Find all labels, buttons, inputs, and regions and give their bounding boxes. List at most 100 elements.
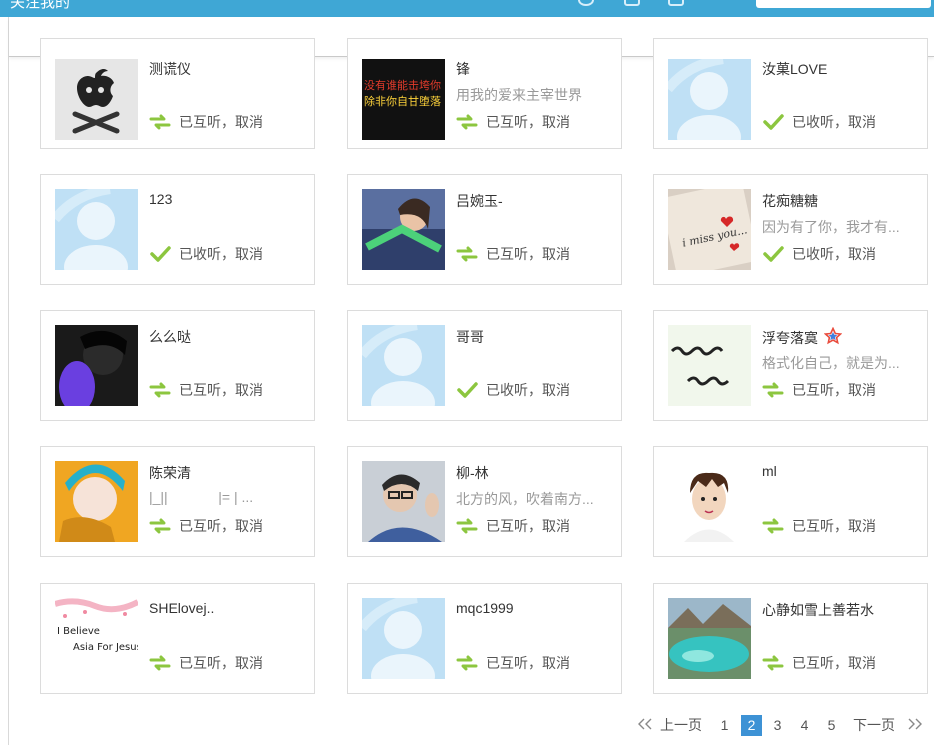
avatar[interactable] [668, 461, 751, 542]
next-page-link[interactable]: 下一页 [853, 715, 895, 735]
svg-text:除非你自甘堕落: 除非你自甘堕落 [364, 94, 441, 108]
avatar[interactable] [668, 598, 751, 679]
user-name[interactable]: 心静如雪上善若水 [762, 600, 874, 620]
cancel-link[interactable]: 取消 [235, 516, 263, 536]
cancel-link[interactable]: 取消 [848, 380, 876, 400]
mutual-arrows-icon [456, 655, 478, 671]
follow-status: 已收听， 取消 [762, 244, 876, 264]
follower-card: I Believe Asia For Jesus SHElovej.. 已互听，取… [40, 583, 315, 694]
avatar[interactable] [362, 598, 445, 679]
follow-status: 已互听， 取消 [456, 112, 570, 132]
follower-card: 陈荣清 |_|| |= | ... 已互听， 取消 [40, 446, 315, 557]
user-name[interactable]: 哥哥 [456, 327, 484, 347]
mail-icon[interactable] [668, 0, 684, 6]
follow-status: 已互听， 取消 [149, 653, 263, 673]
follow-status: 已收听， 取消 [149, 244, 263, 264]
user-name[interactable]: 测谎仪 [149, 59, 191, 79]
follower-card: 没有谁能击垮你 除非你自甘堕落 锋 用我的爱来主宰世界 已互听， 取消 [347, 38, 622, 149]
double-chevron-left-icon[interactable] [636, 717, 654, 733]
cancel-link[interactable]: 取消 [542, 380, 570, 400]
status-label: 已互听， [179, 655, 235, 671]
follow-status: 已收听， 取消 [456, 380, 570, 400]
cancel-link[interactable]: 取消 [542, 516, 570, 536]
user-name[interactable]: 123 [149, 191, 172, 207]
avatar[interactable]: I Believe Asia For Jesus [55, 598, 138, 679]
follower-card: 测谎仪 已互听， 取消 [40, 38, 315, 149]
cancel-link[interactable]: 取消 [542, 244, 570, 264]
follower-card: 吕婉玉- 已互听， 取消 [347, 174, 622, 285]
user-signature: 格式化自己，就是为... [762, 355, 900, 371]
status-label: 已互听， [792, 382, 848, 398]
avatar[interactable] [55, 325, 138, 406]
page-link[interactable]: 1 [714, 715, 735, 736]
follow-status: 已互听， 取消 [149, 380, 263, 400]
page-link[interactable]: 5 [821, 715, 842, 736]
double-chevron-right-icon[interactable] [906, 717, 924, 733]
follow-status: 已互听， 取消 [456, 516, 570, 536]
cancel-link[interactable]: 取消 [235, 244, 263, 264]
avatar[interactable]: 没有谁能击垮你 除非你自甘堕落 [362, 59, 445, 140]
page-link[interactable]: 3 [767, 715, 788, 736]
cancel-link[interactable]: 取消 [542, 112, 570, 132]
prev-page-link[interactable]: 上一页 [660, 715, 702, 735]
follow-status: 已互听， 取消 [456, 244, 570, 264]
user-signature: 因为有了你，我才有... [762, 219, 900, 235]
cancel-link[interactable]: 取消 [848, 244, 876, 264]
avatar[interactable]: i miss you... [668, 189, 751, 270]
follow-status: 已互听， 取消 [456, 653, 570, 673]
user-name[interactable]: SHElovej.. [149, 600, 214, 616]
follower-card: ml 已互听， 取消 [653, 446, 928, 557]
refresh-icon[interactable] [578, 0, 594, 6]
user-name[interactable]: 花痴糖糖 [762, 191, 818, 211]
message-icon[interactable] [624, 0, 640, 6]
cancel-link[interactable]: 取消 [848, 653, 876, 673]
cancel-link[interactable]: 取消 [542, 653, 570, 673]
check-icon [763, 114, 784, 130]
svg-text:没有谁能击垮你: 没有谁能击垮你 [364, 78, 441, 92]
cancel-link[interactable]: 取消 [235, 653, 263, 673]
mutual-arrows-icon [149, 655, 171, 671]
cancel-link[interactable]: 取消 [235, 112, 263, 132]
user-name[interactable]: mqc1999 [456, 600, 514, 616]
follow-status: 已互听， 取消 [149, 112, 263, 132]
user-name[interactable]: 陈荣清 [149, 463, 191, 483]
status-label: 已互听， [486, 114, 542, 130]
status-label: 已互听， [486, 655, 542, 671]
follow-status: 已互听， 取消 [762, 516, 876, 536]
cancel-link[interactable]: 取消 [235, 380, 263, 400]
page-link-current[interactable]: 2 [741, 714, 762, 736]
avatar[interactable] [668, 59, 751, 140]
user-name[interactable]: 汝菓LOVE [762, 59, 827, 79]
top-bar: 关注我的 [0, 0, 934, 17]
user-name[interactable]: 么么哒 [149, 327, 191, 347]
avatar[interactable] [55, 461, 138, 542]
mutual-arrows-icon [762, 382, 784, 398]
user-name[interactable]: 锋 [456, 59, 470, 79]
cancel-link[interactable]: 取消 [848, 112, 876, 132]
check-icon [457, 382, 478, 398]
user-name[interactable]: 浮夸落寞 [762, 327, 842, 348]
user-name-text[interactable]: 浮夸落寞 [762, 330, 818, 346]
avatar[interactable] [362, 461, 445, 542]
avatar[interactable] [668, 325, 751, 406]
star-icon [824, 327, 842, 345]
avatar[interactable] [55, 59, 138, 140]
page-link[interactable]: 4 [794, 715, 815, 736]
user-signature: 用我的爱来主宰世界 [456, 87, 582, 103]
mutual-arrows-icon [149, 518, 171, 534]
status-label: 已互听， [792, 655, 848, 671]
search-input[interactable] [756, 0, 931, 8]
avatar[interactable] [362, 189, 445, 270]
follower-card: 么么哒 已互听， 取消 [40, 310, 315, 421]
user-name[interactable]: 柳-林 [456, 463, 489, 483]
mutual-arrows-icon [762, 518, 784, 534]
status-label: 已互听， [179, 382, 235, 398]
mutual-arrows-icon [149, 114, 171, 130]
user-name[interactable]: ml [762, 463, 777, 479]
user-signature: 北方的风，吹着南方... [456, 491, 594, 507]
avatar[interactable] [55, 189, 138, 270]
cancel-link[interactable]: 取消 [848, 516, 876, 536]
avatar[interactable] [362, 325, 445, 406]
user-name[interactable]: 吕婉玉- [456, 191, 503, 211]
check-icon [150, 246, 171, 262]
